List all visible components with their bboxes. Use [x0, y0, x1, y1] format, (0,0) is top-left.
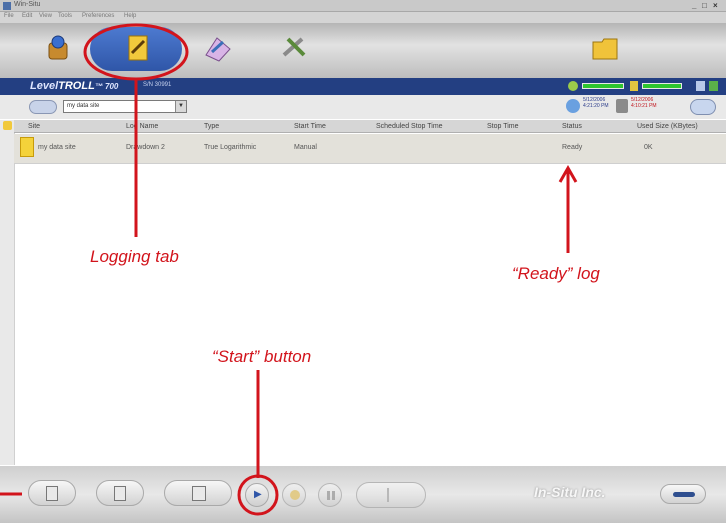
- logging-tab-circle: [83, 23, 189, 81]
- ready-log-label: “Ready” log: [512, 264, 600, 283]
- start-button-circle: [237, 474, 279, 516]
- logging-tab-label: Logging tab: [90, 247, 179, 266]
- start-button-label: “Start” button: [212, 347, 312, 366]
